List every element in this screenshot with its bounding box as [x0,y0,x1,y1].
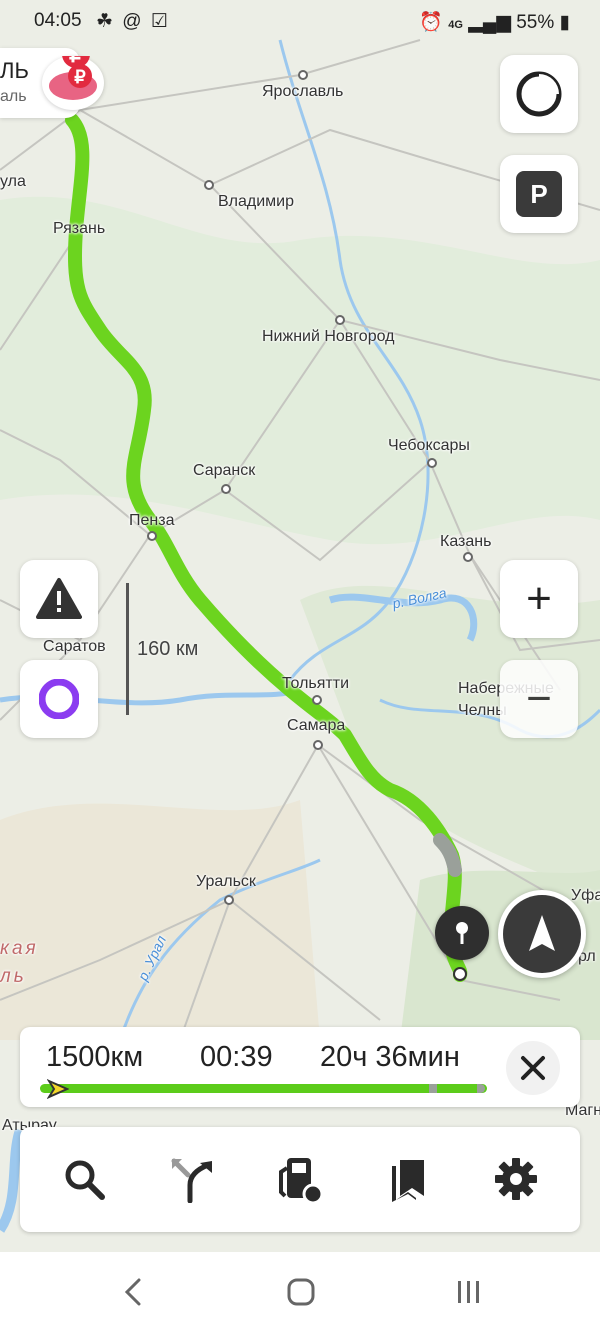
svg-text:₽: ₽ [74,67,86,87]
status-left-icons: ☘ @ ☑ [96,11,170,32]
back-icon [124,1278,141,1306]
city-dot [463,552,473,562]
route-progress-bar [40,1084,487,1093]
city-dot [335,315,345,325]
city-label[interactable]: Рязань [53,220,105,238]
scale-label: 160 км [137,638,199,660]
route-panel[interactable]: 1500км 00:39 20ч 36мин [20,1027,580,1107]
route-icon [171,1158,212,1203]
back-button[interactable] [108,1270,158,1314]
signal-icon: ▂▄▆ [468,12,511,33]
city-dot [313,740,323,750]
navigate-button[interactable] [498,890,586,978]
city-label[interactable]: Саранск [193,462,255,480]
destination-pin-icon[interactable] [435,906,489,960]
parking-icon: P [516,171,562,217]
bookmarks-icon [392,1160,424,1202]
origin-marker-icon[interactable]: ₽ ₽ [42,40,104,110]
city-label[interactable]: Тольятти [282,675,349,693]
city-label[interactable]: Пенза [129,512,174,530]
layers-icon [516,71,562,117]
report-event-button[interactable] [20,560,98,638]
route-progress-grey-segment [429,1084,437,1093]
scale-bar [126,583,129,715]
search-icon [65,1160,105,1200]
recents-button[interactable] [444,1270,494,1314]
origin-label-line1: ЛЬ [0,58,29,83]
region-label: кая ль [0,938,39,987]
city-dot [204,180,214,190]
city-dot [224,895,234,905]
network-label: 4G [448,19,463,31]
search-button[interactable] [54,1149,114,1209]
plus-icon: + [526,574,552,623]
status-bar: 04:05 ☘ @ ☑ ⏰ 4G ▂▄▆ 55% ▮ [0,0,600,44]
navigation-arrow-icon [529,915,555,951]
city-dot [221,484,231,494]
origin-label-line2: аль [0,88,27,105]
home-button[interactable] [276,1270,326,1314]
city-label[interactable]: Уральск [196,873,256,891]
city-label[interactable]: Нижний Новгород [262,328,394,346]
zoom-out-button[interactable]: − [500,660,578,738]
layers-button[interactable] [500,55,578,133]
warning-icon [36,578,82,619]
bottom-toolbar [20,1127,580,1232]
city-label[interactable]: Саратов [43,638,106,656]
alice-button[interactable] [20,660,98,738]
city-dot [147,531,157,541]
fuel-button[interactable] [270,1149,330,1209]
status-time: 04:05 [34,10,82,31]
close-icon [521,1056,545,1080]
settings-button[interactable] [486,1149,546,1209]
city-dot [427,458,437,468]
city-dot [312,695,322,705]
alarm-icon: ⏰ [419,12,443,33]
route-distance: 1500км [46,1041,144,1073]
system-nav-bar [0,1252,600,1332]
close-route-button[interactable] [506,1041,560,1095]
destination-dot-icon [453,967,467,981]
battery-label: 55% [516,12,555,33]
city-label[interactable]: Казань [440,533,491,551]
city-label[interactable]: Ярославль [262,83,343,101]
zoom-in-button[interactable]: + [500,560,578,638]
home-icon [287,1278,315,1306]
minus-icon: − [526,674,552,723]
battery-icon: ▮ [559,12,570,33]
fuel-icon [279,1158,324,1204]
recents-icon [458,1281,479,1303]
city-label[interactable]: ула [0,173,26,191]
route-elapsed: 00:39 [200,1041,273,1073]
city-label[interactable]: Чебоксары [388,437,470,455]
parking-button[interactable]: P [500,155,578,233]
city-label[interactable]: Самара [287,717,345,735]
city-label[interactable]: Владимир [218,193,294,211]
progress-marker-icon [46,1079,69,1099]
route-button[interactable] [162,1149,222,1209]
city-dot [298,70,308,80]
alice-icon [39,679,79,719]
bookmarks-button[interactable] [378,1149,438,1209]
settings-icon [495,1158,537,1200]
status-right: ⏰ 4G ▂▄▆ 55% ▮ [419,10,570,34]
route-progress-grey-end [477,1084,485,1093]
route-eta: 20ч 36мин [320,1041,460,1073]
